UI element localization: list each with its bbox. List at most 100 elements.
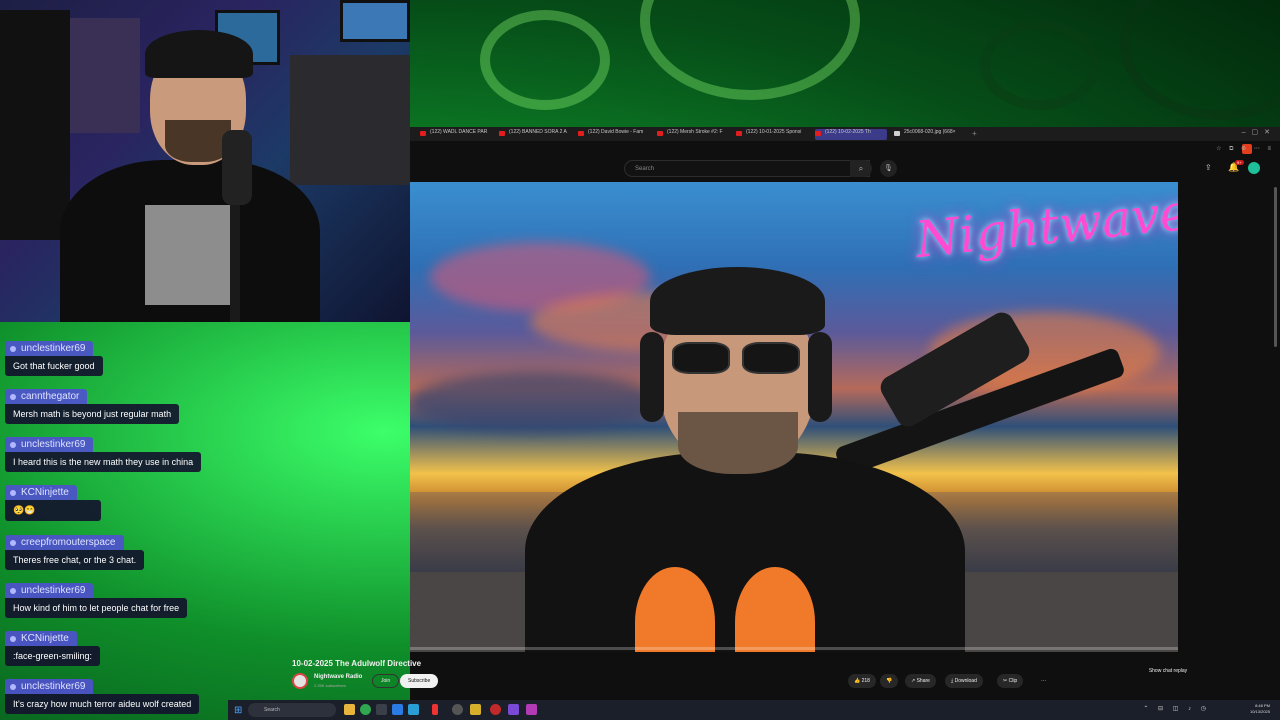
chat-username: KCNinjette <box>5 485 77 500</box>
taskbar: ⊞ ⌕ Search ⌃ ⊟ ◫ ♪ ◷ 8:48 PM 10/13/2025 <box>228 700 1280 720</box>
file-explorer-icon[interactable] <box>344 704 355 715</box>
browser-tab[interactable]: (122) 10-01-2025 Sponsi <box>736 129 812 140</box>
chat-message: unclestinker69 Got that fucker good <box>5 338 103 376</box>
app-icon[interactable] <box>392 704 403 715</box>
progress-bar[interactable] <box>410 647 1178 650</box>
background-swirl <box>1120 0 1280 120</box>
chat-text: I heard this is the new math they use in… <box>5 452 202 472</box>
tab-title: (122) BANNED SORA 2 A <box>509 129 567 135</box>
chat-text: How kind of him to let people chat for f… <box>5 598 188 618</box>
steam-icon[interactable] <box>408 704 419 715</box>
channel-name[interactable]: Nightwave Radio <box>314 674 362 680</box>
chat-text: :face-green-smiling: <box>5 646 101 666</box>
like-button[interactable]: 👍 218 <box>848 674 876 688</box>
search-input[interactable]: Search <box>624 160 870 177</box>
scrollbar[interactable] <box>1274 187 1277 347</box>
notification-badge: 9+ <box>1235 160 1244 165</box>
tab-title: (122) 10-01-2025 Sponsi <box>746 129 802 135</box>
subscribe-button[interactable]: Subscribe <box>400 674 439 688</box>
chat-message: KCNinjette 🥺😁 <box>5 482 101 521</box>
clip-button[interactable]: ✂ Clip <box>997 674 1024 688</box>
headphones <box>640 332 664 422</box>
chat-message: unclestinker69 I heard this is the new m… <box>5 434 202 472</box>
obs-icon[interactable] <box>490 704 501 715</box>
background-swirl <box>980 20 1100 110</box>
youtube-header: Search ⌕ 🎙 ⇪ 🔔 9+ <box>410 157 1280 181</box>
background-swirl <box>480 10 610 110</box>
youtube-icon <box>657 131 663 136</box>
shelf <box>70 18 140 133</box>
browser-tab[interactable]: (122) BANNED SORA 2 A <box>499 129 575 140</box>
chat-username: unclestinker69 <box>5 679 94 694</box>
toolbar-icons[interactable]: ☆ ⧉ ⊕ ⋯ ≡ <box>1216 145 1274 153</box>
headphones <box>808 332 832 422</box>
youtube-icon <box>499 131 505 136</box>
chat-message: unclestinker69 How kind of him to let pe… <box>5 580 188 618</box>
image-file-icon <box>894 131 900 136</box>
chat-text: Theres free chat, or the 3 chat. <box>5 550 145 570</box>
windows-start-icon[interactable]: ⊞ <box>234 705 242 716</box>
tab-strip: (122) WADL DANCE PAR (122) BANNED SORA 2… <box>410 127 1280 141</box>
show-chat-replay-button[interactable]: Show chat replay <box>1062 664 1274 678</box>
chat-text: 🥺😁 <box>5 500 101 521</box>
browser-tab[interactable]: (122) David Bowie - Fam <box>578 129 654 140</box>
new-tab-button[interactable]: + <box>972 129 977 138</box>
avatar[interactable] <box>1248 162 1260 174</box>
host-cap <box>650 267 825 335</box>
window-controls[interactable]: –▢✕ <box>1242 128 1276 136</box>
youtube-icon <box>578 131 584 136</box>
mic-arm <box>230 195 240 322</box>
settings-icon[interactable] <box>452 704 463 715</box>
shirt-print <box>145 205 240 305</box>
desk-cabinet <box>290 55 410 185</box>
channel-row: Nightwave Radio 2.25K subscribers Join S… <box>292 672 1060 694</box>
chat-username: KCNinjette <box>5 631 77 646</box>
chat-message: KCNinjette :face-green-smiling: <box>5 628 101 666</box>
app-icon[interactable] <box>432 704 438 715</box>
search-icon[interactable]: ⌕ <box>850 160 872 177</box>
clock-date: 10/13/2025 <box>1249 709 1270 714</box>
background-swirl <box>640 0 860 100</box>
browser-tab[interactable]: 25c0068-020.jpg (668× <box>894 129 966 140</box>
taskbar-search[interactable]: Search <box>248 703 336 717</box>
chat-text: Got that fucker good <box>5 356 103 376</box>
tab-title: (122) 10-02-2025 Th <box>825 129 871 135</box>
subscriber-count: 2.25K subscribers <box>314 683 347 688</box>
microphone-icon[interactable]: 🎙 <box>880 160 897 177</box>
app-icon[interactable] <box>508 704 519 715</box>
browser-tab-active[interactable]: (122) 10-02-2025 Th <box>815 129 887 140</box>
chrome-icon[interactable] <box>360 704 371 715</box>
shelf <box>0 10 70 240</box>
create-icon[interactable]: ⇪ <box>1205 163 1212 172</box>
download-button[interactable]: ⤓ Download <box>945 674 983 688</box>
channel-avatar[interactable] <box>292 673 308 689</box>
stream-layout: unclestinker69 Got that fucker good cann… <box>0 0 1280 720</box>
terminal-icon[interactable] <box>376 704 387 715</box>
webcam-feed <box>0 0 410 322</box>
tab-title: (122) WADL DANCE PAR <box>430 129 488 135</box>
shirt-logo <box>635 567 815 652</box>
join-button[interactable]: Join <box>372 674 400 688</box>
thumbs-up-icon: 👍 <box>854 678 862 684</box>
more-actions-button[interactable]: ··· <box>1035 674 1052 688</box>
chat-message: creepfromouterspace Theres free chat, or… <box>5 532 145 570</box>
chat-username: cannthegator <box>5 389 88 404</box>
youtube-icon <box>815 131 821 136</box>
chat-username: creepfromouterspace <box>5 535 124 550</box>
app-icon[interactable] <box>526 704 537 715</box>
browser-tab[interactable]: (122) Mersh Stroke #2: F <box>657 129 733 140</box>
video-player[interactable]: Nightwave <box>410 182 1178 652</box>
download-label: Download <box>954 678 977 684</box>
video-title: 10-02-2025 The Adulwolf Directive <box>292 659 422 668</box>
sunglasses <box>672 342 802 374</box>
notes-icon[interactable] <box>470 704 481 715</box>
microphone <box>222 130 252 205</box>
dislike-button[interactable]: 👎 <box>880 674 899 688</box>
system-tray[interactable]: ⌃ ⊟ ◫ ♪ ◷ <box>1143 705 1210 712</box>
tab-title: 25c0068-020.jpg (668× <box>904 129 956 135</box>
clock[interactable]: 8:48 PM 10/13/2025 <box>1250 703 1270 715</box>
browser-tab[interactable]: (122) WADL DANCE PAR <box>420 129 496 140</box>
chat-text: It's crazy how much terror aideu wolf cr… <box>5 694 200 714</box>
chat-text: Mersh math is beyond just regular math <box>5 404 180 424</box>
share-button[interactable]: ↗ Share <box>905 674 936 688</box>
